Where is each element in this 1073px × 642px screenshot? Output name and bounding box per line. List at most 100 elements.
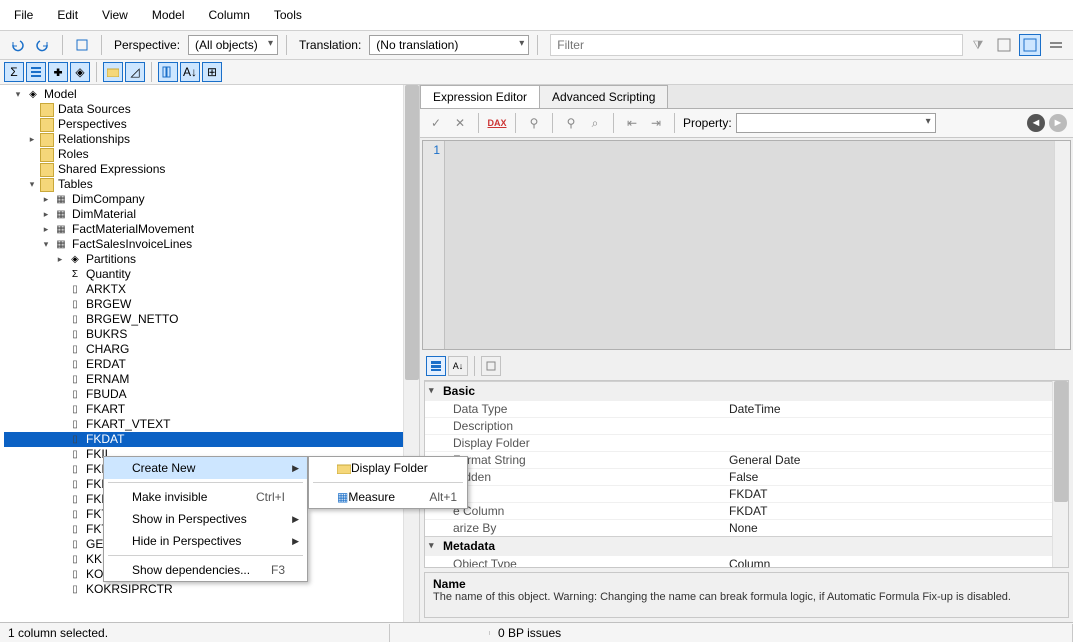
separator <box>286 35 287 55</box>
hidden-icon[interactable]: ◿ <box>125 62 145 82</box>
columns-icon[interactable] <box>158 62 178 82</box>
sigma-icon[interactable]: Σ <box>4 62 24 82</box>
list-icon[interactable] <box>26 62 46 82</box>
view-toggle-2[interactable] <box>1019 34 1041 56</box>
redo-button[interactable] <box>32 34 54 56</box>
dax-icon[interactable]: DAX <box>487 113 507 133</box>
tree-table-factmatmove[interactable]: ▸▦FactMaterialMovement <box>4 222 419 237</box>
undo-button[interactable] <box>6 34 28 56</box>
prop-row[interactable]: Object TypeColumn <box>425 555 1068 568</box>
menu-column[interactable]: Column <box>197 4 262 26</box>
filter-input[interactable] <box>550 34 963 56</box>
perspective-combo[interactable]: (All objects) <box>188 35 278 55</box>
cube-icon[interactable] <box>71 34 93 56</box>
tree-column[interactable]: ▯BRGEW <box>4 297 419 312</box>
tree-column[interactable]: ▯ERNAM <box>4 372 419 387</box>
find-icon[interactable]: ⚲ <box>524 113 544 133</box>
tree-column[interactable]: ▯FKART_VTEXT <box>4 417 419 432</box>
separator <box>478 113 479 133</box>
prop-pages-icon[interactable] <box>481 356 501 376</box>
separator <box>515 113 516 133</box>
tree-column[interactable]: ▯ERDAT <box>4 357 419 372</box>
menu-tools[interactable]: Tools <box>262 4 314 26</box>
expression-editor-area[interactable]: 1 <box>422 140 1071 350</box>
tree-column-selected-fkdat[interactable]: ▯FKDAT <box>4 432 419 447</box>
tree-data-sources[interactable]: Data Sources <box>4 102 419 117</box>
indent-out-icon[interactable]: ⇤ <box>622 113 642 133</box>
ctx-make-invisible[interactable]: Make invisibleCtrl+I <box>104 486 307 508</box>
tree-perspectives[interactable]: Perspectives <box>4 117 419 132</box>
tree-column[interactable]: ▯FKART <box>4 402 419 417</box>
tree-shared-expressions[interactable]: Shared Expressions <box>4 162 419 177</box>
tab-expression-editor[interactable]: Expression Editor <box>420 85 540 108</box>
tree-partitions[interactable]: ▸◈Partitions <box>4 252 419 267</box>
ctx-show-perspectives[interactable]: Show in Perspectives▶ <box>104 508 307 530</box>
cancel-icon[interactable]: ✕ <box>450 113 470 133</box>
prop-row[interactable]: Description <box>425 417 1068 434</box>
sort-asc-icon[interactable]: A↓ <box>180 62 200 82</box>
translation-combo[interactable]: (No translation) <box>369 35 529 55</box>
editor-scrollbar[interactable] <box>1054 141 1070 349</box>
tree-roles[interactable]: Roles <box>4 147 419 162</box>
prop-category-basic[interactable]: ▾Basic <box>425 381 1068 400</box>
status-spacer <box>390 631 490 635</box>
ctx-sub-display-folder[interactable]: Display Folder <box>309 457 467 479</box>
ctx-sub-measure[interactable]: ▦ MeasureAlt+1 <box>309 486 467 508</box>
cube2-icon[interactable]: ◈ <box>70 62 90 82</box>
ctx-show-dependencies[interactable]: Show dependencies...F3 <box>104 559 307 581</box>
hierarchy-icon[interactable]: 🞧 <box>48 62 68 82</box>
prop-row[interactable]: Data TypeDateTime <box>425 400 1068 417</box>
prop-row[interactable]: e ColumnFKDAT <box>425 502 1068 519</box>
property-combo[interactable] <box>736 113 936 133</box>
tree-column[interactable]: ▯FBUDA <box>4 387 419 402</box>
tree-model[interactable]: ▾◈Model <box>4 87 419 102</box>
prop-row[interactable]: Display Folder <box>425 434 1068 451</box>
menu-file[interactable]: File <box>2 4 45 26</box>
ctx-create-new[interactable]: Create New▶ <box>104 457 307 479</box>
accept-icon[interactable]: ✓ <box>426 113 446 133</box>
tree-table-factsales[interactable]: ▾▦FactSalesInvoiceLines <box>4 237 419 252</box>
view-toggle-3[interactable] <box>1045 34 1067 56</box>
nav-fwd-icon[interactable]: ► <box>1049 114 1067 132</box>
submenu-arrow-icon: ▶ <box>292 514 299 525</box>
prop-grid-scrollbar[interactable] <box>1052 381 1068 567</box>
tab-advanced-scripting[interactable]: Advanced Scripting <box>539 85 668 108</box>
property-label: Property: <box>683 116 732 130</box>
tree-column[interactable]: ▯BRGEW_NETTO <box>4 312 419 327</box>
tree-tables[interactable]: ▾Tables <box>4 177 419 192</box>
tree-scrollbar[interactable] <box>403 85 419 622</box>
menu-edit[interactable]: Edit <box>45 4 90 26</box>
nav-back-icon[interactable]: ◄ <box>1027 114 1045 132</box>
tree-measure-quantity[interactable]: ΣQuantity <box>4 267 419 282</box>
main-toolbar: Perspective: (All objects) Translation: … <box>0 31 1073 60</box>
find2-icon[interactable]: ⚲ <box>561 113 581 133</box>
submenu-arrow-icon: ▶ <box>292 463 299 474</box>
filter-icon[interactable]: ⧩ <box>967 34 989 56</box>
status-issues[interactable]: 0 BP issues <box>490 624 1073 642</box>
separator <box>613 113 614 133</box>
prop-row[interactable]: FKDAT <box>425 485 1068 502</box>
menu-view[interactable]: View <box>90 4 140 26</box>
menu-model[interactable]: Model <box>140 4 197 26</box>
tree-relationships[interactable]: ▸Relationships <box>4 132 419 147</box>
tree-table-dimmaterial[interactable]: ▸▦DimMaterial <box>4 207 419 222</box>
prop-row[interactable]: HiddenFalse <box>425 468 1068 485</box>
indent-in-icon[interactable]: ⇥ <box>646 113 666 133</box>
folder-icon[interactable] <box>103 62 123 82</box>
tree-column[interactable]: ▯ARKTX <box>4 282 419 297</box>
tree-column[interactable]: ▯CHARG <box>4 342 419 357</box>
tree-column[interactable]: ▯KOKRSIPRCTR <box>4 582 419 597</box>
prop-category-metadata[interactable]: ▾Metadata <box>425 536 1068 555</box>
categorized-icon[interactable] <box>426 356 446 376</box>
tree-table-dimcompany[interactable]: ▸▦DimCompany <box>4 192 419 207</box>
alphabetical-icon[interactable]: A↓ <box>448 356 468 376</box>
ctx-hide-perspectives[interactable]: Hide in Perspectives▶ <box>104 530 307 552</box>
prop-row[interactable]: Format StringGeneral Date <box>425 451 1068 468</box>
help-description: The name of this object. Warning: Changi… <box>433 591 1060 603</box>
view-toggle-1[interactable] <box>993 34 1015 56</box>
sort-key-icon[interactable]: ⊞ <box>202 62 222 82</box>
prop-row[interactable]: arize ByNone <box>425 519 1068 536</box>
replace-icon[interactable]: ⌕ <box>585 113 605 133</box>
status-selection: 1 column selected. <box>0 624 390 642</box>
tree-column[interactable]: ▯BUKRS <box>4 327 419 342</box>
